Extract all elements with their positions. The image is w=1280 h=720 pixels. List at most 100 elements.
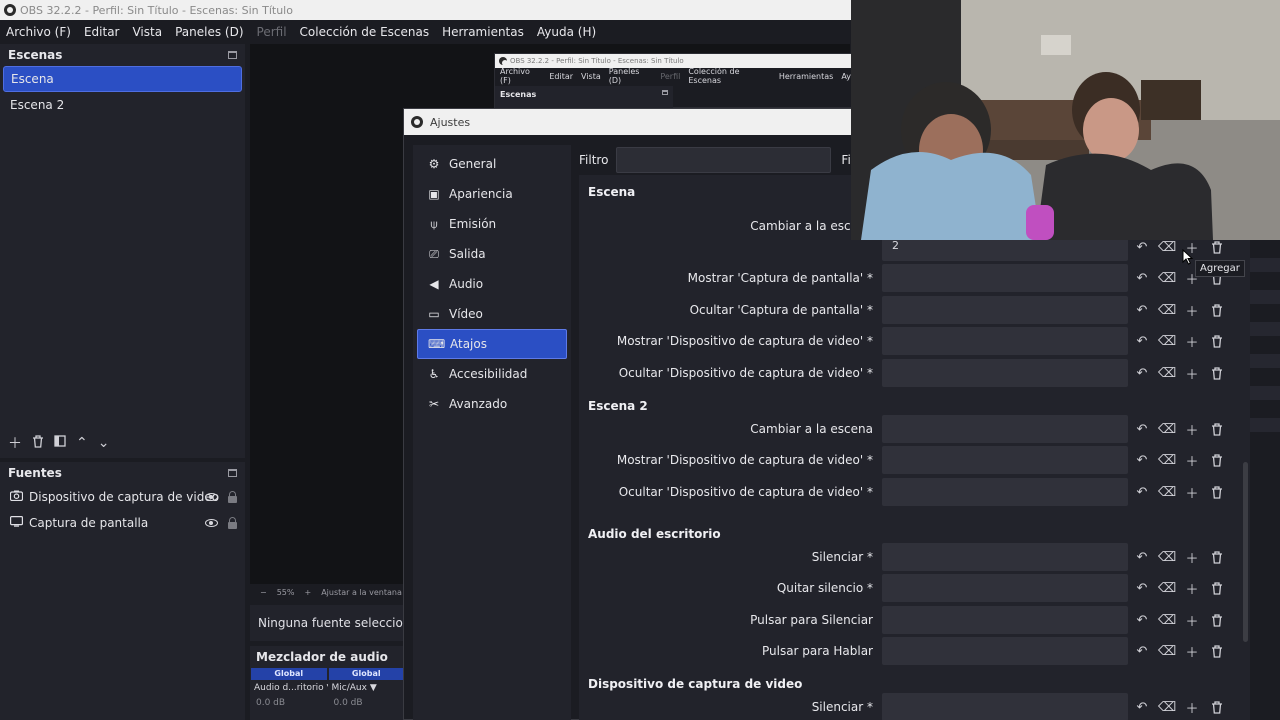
hotkey-input[interactable] <box>882 415 1128 443</box>
source-item[interactable]: Dispositivo de captura de video <box>0 484 245 510</box>
clear-icon[interactable]: ⌫ <box>1158 363 1176 383</box>
menu-paneles[interactable]: Paneles (D) <box>175 25 243 39</box>
zoom-in-icon[interactable]: + <box>304 588 311 597</box>
trash-icon[interactable] <box>1208 331 1226 351</box>
revert-icon[interactable]: ↶ <box>1133 237 1151 257</box>
filters-icon[interactable] <box>54 435 66 451</box>
add-icon[interactable]: ＋ <box>1183 641 1201 661</box>
trash-icon[interactable] <box>1208 237 1226 257</box>
revert-icon[interactable]: ↶ <box>1133 610 1151 630</box>
hotkey-input[interactable] <box>882 478 1128 506</box>
add-icon[interactable]: ＋ <box>8 433 22 453</box>
clear-icon[interactable]: ⌫ <box>1158 237 1176 257</box>
add-icon[interactable]: ＋ <box>1183 578 1201 598</box>
hotkey-input[interactable] <box>882 543 1128 571</box>
trash-icon[interactable] <box>1208 547 1226 567</box>
menu-coleccion[interactable]: Colección de Escenas <box>300 25 430 39</box>
channel-name[interactable]: Audio d...ritorio ▼ <box>250 680 328 696</box>
clear-icon[interactable]: ⌫ <box>1158 419 1176 439</box>
trash-icon[interactable] <box>1208 482 1226 502</box>
zoom-out-icon[interactable]: − <box>260 588 267 597</box>
trash-icon[interactable] <box>32 434 44 452</box>
clear-icon[interactable]: ⌫ <box>1158 268 1176 288</box>
add-icon[interactable]: ＋ <box>1183 419 1201 439</box>
menu-vista[interactable]: Vista <box>132 25 162 39</box>
hotkey-input[interactable] <box>882 359 1128 387</box>
trash-icon[interactable] <box>1208 610 1226 630</box>
clear-icon[interactable]: ⌫ <box>1158 641 1176 661</box>
revert-icon[interactable]: ↶ <box>1133 697 1151 717</box>
revert-icon[interactable]: ↶ <box>1133 641 1151 661</box>
trash-icon[interactable] <box>1208 578 1226 598</box>
lock-icon[interactable] <box>228 516 237 529</box>
revert-icon[interactable]: ↶ <box>1133 419 1151 439</box>
revert-icon[interactable]: ↶ <box>1133 331 1151 351</box>
gear-icon: ⚙ <box>428 157 440 171</box>
clear-icon[interactable]: ⌫ <box>1158 610 1176 630</box>
trash-icon[interactable] <box>1208 300 1226 320</box>
undock-icon[interactable] <box>228 51 237 59</box>
revert-icon[interactable]: ↶ <box>1133 363 1151 383</box>
dropdown-icon[interactable]: ▼ <box>370 683 377 693</box>
menu-editar[interactable]: Editar <box>84 25 120 39</box>
hotkey-label: Mostrar 'Dispositivo de captura de video… <box>616 453 873 467</box>
nested-menu-item: Colección de Escenas <box>688 67 740 85</box>
revert-icon[interactable]: ↶ <box>1133 450 1151 470</box>
channel-db: 0.0 dB <box>333 698 363 708</box>
scene-item[interactable]: Escena 2 <box>3 92 242 118</box>
add-icon[interactable]: ＋ <box>1183 482 1201 502</box>
source-item[interactable]: Captura de pantalla <box>0 510 245 536</box>
hotkey-input[interactable] <box>882 327 1128 355</box>
trash-icon[interactable] <box>1208 450 1226 470</box>
channel-name[interactable]: Mic/Aux ▼ <box>328 680 406 696</box>
clear-icon[interactable]: ⌫ <box>1158 697 1176 717</box>
hotkey-input[interactable] <box>882 446 1128 474</box>
trash-icon[interactable] <box>1208 363 1226 383</box>
undock-icon[interactable] <box>228 469 237 477</box>
add-icon[interactable]: ＋ <box>1183 300 1201 320</box>
revert-icon[interactable]: ↶ <box>1133 482 1151 502</box>
hotkeys-scrollbar[interactable] <box>1243 462 1248 642</box>
add-icon[interactable]: ＋ <box>1183 331 1201 351</box>
add-icon[interactable]: ＋ <box>1183 610 1201 630</box>
menu-herramientas[interactable]: Herramientas <box>442 25 524 39</box>
add-icon[interactable]: ＋ <box>1183 450 1201 470</box>
move-up-icon[interactable]: ⌃ <box>76 435 88 451</box>
visibility-icon[interactable] <box>205 493 218 501</box>
clear-icon[interactable]: ⌫ <box>1158 482 1176 502</box>
hotkey-input[interactable] <box>882 264 1128 292</box>
nav-item-general[interactable]: ⚙ General <box>417 149 567 179</box>
trash-icon[interactable] <box>1208 641 1226 661</box>
clear-icon[interactable]: ⌫ <box>1158 547 1176 567</box>
filter-input[interactable] <box>616 147 832 173</box>
add-icon[interactable]: ＋ <box>1183 697 1201 717</box>
visibility-icon[interactable] <box>205 519 218 527</box>
clear-icon[interactable]: ⌫ <box>1158 578 1176 598</box>
hotkey-input[interactable] <box>882 693 1128 720</box>
trash-icon[interactable] <box>1208 419 1226 439</box>
move-down-icon[interactable]: ⌄ <box>98 435 110 451</box>
hotkey-input[interactable] <box>882 296 1128 324</box>
menu-ayuda[interactable]: Ayuda (H) <box>537 25 596 39</box>
clear-icon[interactable]: ⌫ <box>1158 331 1176 351</box>
fit-window-label[interactable]: Ajustar a la ventana <box>321 588 402 597</box>
revert-icon[interactable]: ↶ <box>1133 268 1151 288</box>
hotkey-input[interactable] <box>882 637 1128 665</box>
hotkey-input[interactable] <box>882 574 1128 602</box>
add-icon[interactable]: ＋ <box>1183 547 1201 567</box>
revert-icon[interactable]: ↶ <box>1133 300 1151 320</box>
add-icon[interactable]: ＋ <box>1183 363 1201 383</box>
clear-icon[interactable]: ⌫ <box>1158 450 1176 470</box>
clear-icon[interactable]: ⌫ <box>1158 300 1176 320</box>
hotkey-row: Mostrar 'Dispositivo de captura de video… <box>404 446 1280 474</box>
revert-icon[interactable]: ↶ <box>1133 547 1151 567</box>
nested-window-title: OBS 32.2.2 - Perfil: Sin Título - Escena… <box>510 57 684 65</box>
lock-icon[interactable] <box>228 490 237 503</box>
menu-perfil[interactable]: Perfil <box>257 25 287 39</box>
menu-archivo[interactable]: Archivo (F) <box>6 25 71 39</box>
scene-item[interactable]: Escena <box>3 66 242 92</box>
trash-icon[interactable] <box>1208 697 1226 717</box>
nav-item-apariencia[interactable]: ▣ Apariencia <box>417 179 567 209</box>
hotkey-input[interactable] <box>882 606 1128 634</box>
revert-icon[interactable]: ↶ <box>1133 578 1151 598</box>
